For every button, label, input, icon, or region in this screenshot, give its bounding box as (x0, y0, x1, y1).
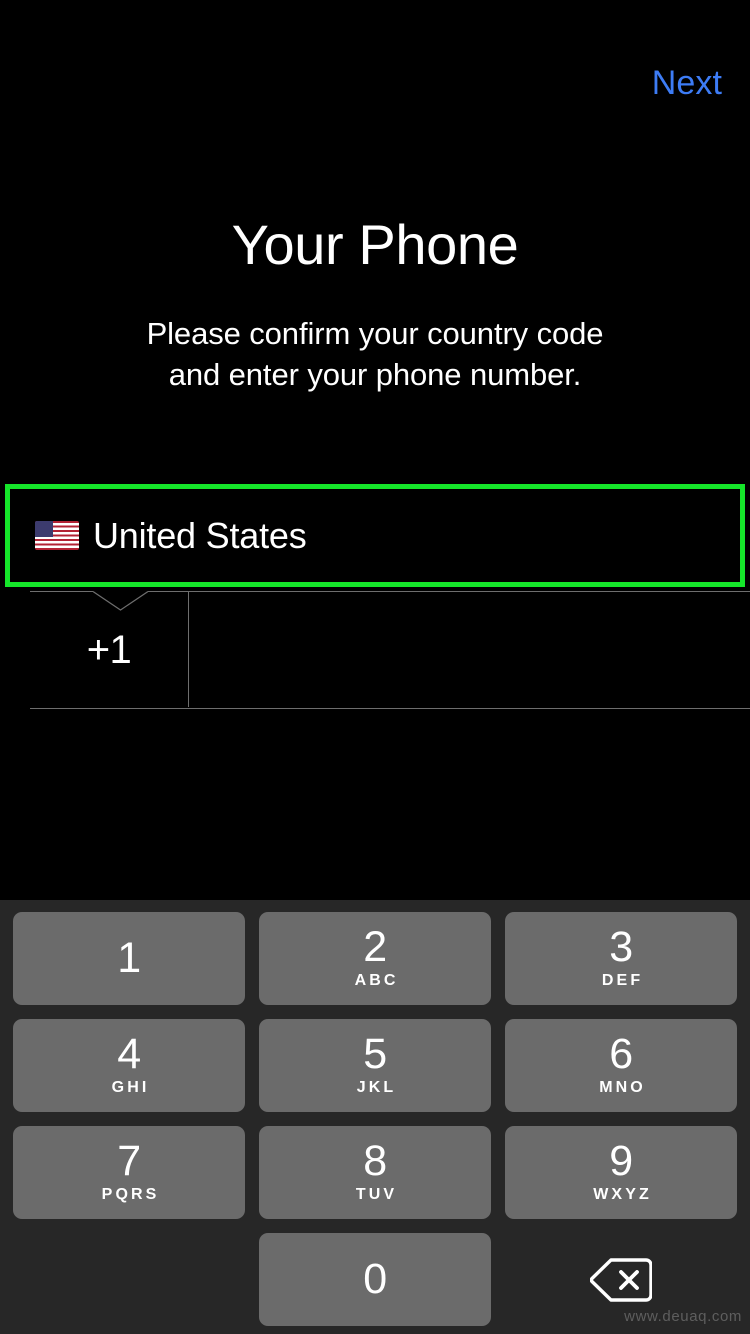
site-watermark: www.deuaq.com (624, 1308, 742, 1325)
keypad-key-3-letters: DEF (601, 971, 644, 989)
keypad-key-2[interactable]: 2 ABC (259, 912, 491, 1005)
phone-signup-screen: Next Your Phone Please confirm your coun… (0, 0, 750, 1334)
keypad-key-6-letters: MNO (599, 1078, 646, 1096)
keypad-row-3: 7 PQRS 8 TUV 9 WXYZ (0, 1126, 750, 1219)
us-flag-icon (35, 521, 79, 550)
keypad-key-0-digit: 0 (363, 1255, 387, 1303)
page-title: Your Phone (231, 213, 519, 276)
keypad-key-4[interactable]: 4 GHI (13, 1019, 245, 1112)
keypad-row-2: 4 GHI 5 JKL 6 MNO (0, 1019, 750, 1112)
keypad-key-3-digit: 3 (609, 922, 633, 971)
keypad-key-3[interactable]: 3 DEF (505, 912, 737, 1005)
keypad-row-1: 1 2 ABC 3 DEF (0, 912, 750, 1005)
keypad-key-8[interactable]: 8 TUV (259, 1126, 491, 1219)
keypad-key-9-letters: WXYZ (593, 1185, 652, 1203)
keypad-key-0[interactable]: 0 (259, 1233, 491, 1326)
keypad-key-9-digit: 9 (609, 1136, 633, 1185)
subtitle-line-2: and enter your phone number. (168, 357, 582, 392)
country-selector-row[interactable]: United States (10, 489, 740, 582)
keypad-key-1[interactable]: 1 (13, 912, 245, 1005)
top-bar: Next (0, 0, 750, 140)
keypad-key-7[interactable]: 7 PQRS (13, 1126, 245, 1219)
keypad-key-5-digit: 5 (363, 1029, 387, 1078)
delete-left-icon (590, 1257, 652, 1302)
entry-bottom-rule (30, 708, 750, 709)
keypad-key-6[interactable]: 6 MNO (505, 1019, 737, 1112)
country-selector-highlight: United States (5, 484, 745, 587)
numeric-keypad: 1 2 ABC 3 DEF 4 GHI 5 JKL 6 MNO 7 PQRS 8… (0, 900, 750, 1334)
keypad-key-7-letters: PQRS (101, 1185, 160, 1203)
country-name-label: United States (93, 514, 307, 556)
keypad-key-4-letters: GHI (111, 1078, 150, 1096)
country-code-value: +1 (86, 627, 132, 672)
country-code-field[interactable]: +1 (30, 592, 188, 707)
keypad-key-5[interactable]: 5 JKL (259, 1019, 491, 1112)
keypad-key-6-digit: 6 (609, 1029, 633, 1078)
keypad-key-9[interactable]: 9 WXYZ (505, 1126, 737, 1219)
keypad-key-5-letters: JKL (356, 1078, 397, 1096)
keypad-key-7-digit: 7 (117, 1136, 141, 1185)
keypad-key-8-digit: 8 (363, 1136, 387, 1185)
keypad-key-2-letters: ABC (354, 971, 399, 989)
keypad-key-8-letters: TUV (355, 1185, 398, 1203)
subtitle-line-1: Please confirm your country code (146, 316, 604, 351)
keypad-key-2-digit: 2 (363, 922, 387, 971)
keypad-key-4-digit: 4 (117, 1029, 141, 1078)
keypad-key-1-digit: 1 (117, 934, 141, 982)
phone-number-input[interactable] (189, 592, 750, 707)
page-subtitle: Please confirm your country code and ent… (0, 313, 750, 395)
next-button[interactable]: Next (652, 63, 722, 103)
phone-entry-row: +1 (0, 591, 750, 709)
